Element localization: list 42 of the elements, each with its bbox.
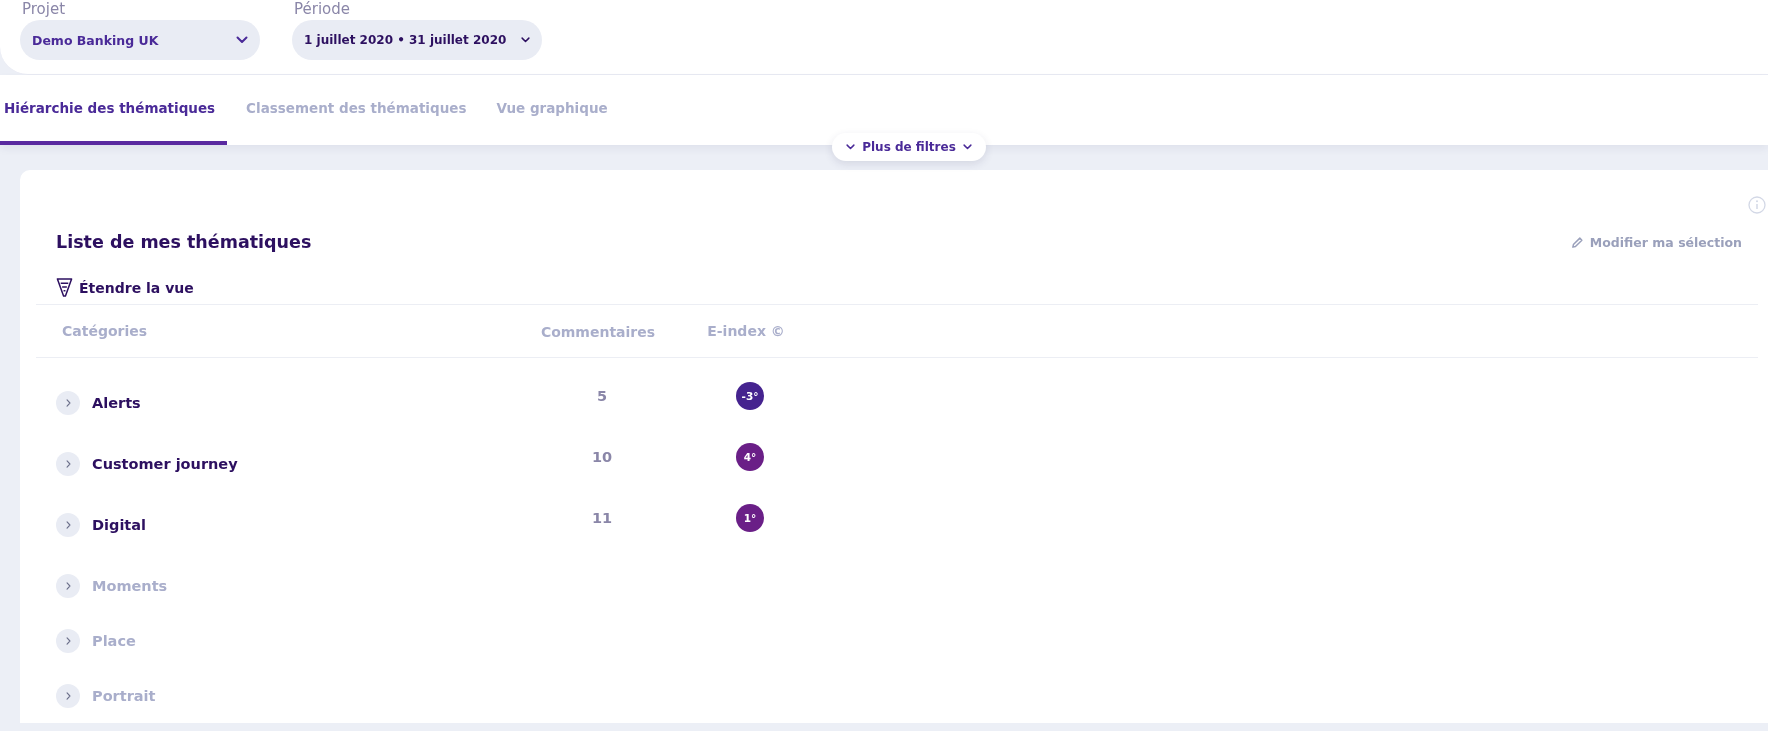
column-header: E-index © <box>707 323 785 339</box>
chevron-down-icon <box>521 37 530 43</box>
chevron-right-icon <box>65 637 71 645</box>
comment-count: 11 <box>591 510 613 526</box>
chevron-down-icon <box>962 144 972 150</box>
category-name: Digital <box>92 517 147 533</box>
dropdown[interactable]: 1 juillet 2020 • 31 juillet 2020 <box>292 20 542 60</box>
e-index-badge: -3° <box>736 382 764 410</box>
expand-row-button[interactable] <box>56 574 80 598</box>
expand-row-button[interactable] <box>56 629 80 653</box>
chevron-down-icon <box>846 144 856 150</box>
category-name: Place <box>92 633 136 649</box>
pencil-icon <box>1570 235 1584 249</box>
category-name: Customer journey <box>92 456 238 472</box>
comment-count: 5 <box>596 388 608 404</box>
tab[interactable]: Hiérarchie des thématiques <box>0 75 228 145</box>
e-index-badge: 1° <box>736 504 764 532</box>
column-header: Catégories <box>62 323 148 339</box>
e-index-badge: 4° <box>736 443 764 471</box>
funnel-icon <box>56 277 73 298</box>
expand-row-button[interactable] <box>56 684 80 708</box>
expand-view-link[interactable]: Étendre la vue <box>56 277 194 298</box>
filter-label: Période <box>294 0 351 18</box>
chevron-right-icon <box>65 692 71 700</box>
expand-row-button[interactable] <box>56 391 80 415</box>
expand-row-button[interactable] <box>56 452 80 476</box>
dropdown[interactable]: Demo Banking UK <box>20 20 260 60</box>
column-header: Commentaires <box>540 323 656 340</box>
chevron-right-icon <box>65 460 71 468</box>
chevron-right-icon <box>65 582 71 590</box>
comment-count: 10 <box>591 449 613 465</box>
category-name: Alerts <box>92 395 141 411</box>
panel-title: Liste de mes thématiques <box>56 232 312 252</box>
chevron-right-icon <box>65 399 71 407</box>
more-filters-button[interactable]: Plus de filtres <box>832 133 986 161</box>
chevron-right-icon <box>65 521 71 529</box>
chevron-down-icon <box>236 36 248 44</box>
info-icon <box>1748 196 1766 214</box>
category-name: Portrait <box>92 688 156 704</box>
category-name: Moments <box>92 578 168 594</box>
filter-label: Projet <box>22 0 67 18</box>
expand-row-button[interactable] <box>56 513 80 537</box>
